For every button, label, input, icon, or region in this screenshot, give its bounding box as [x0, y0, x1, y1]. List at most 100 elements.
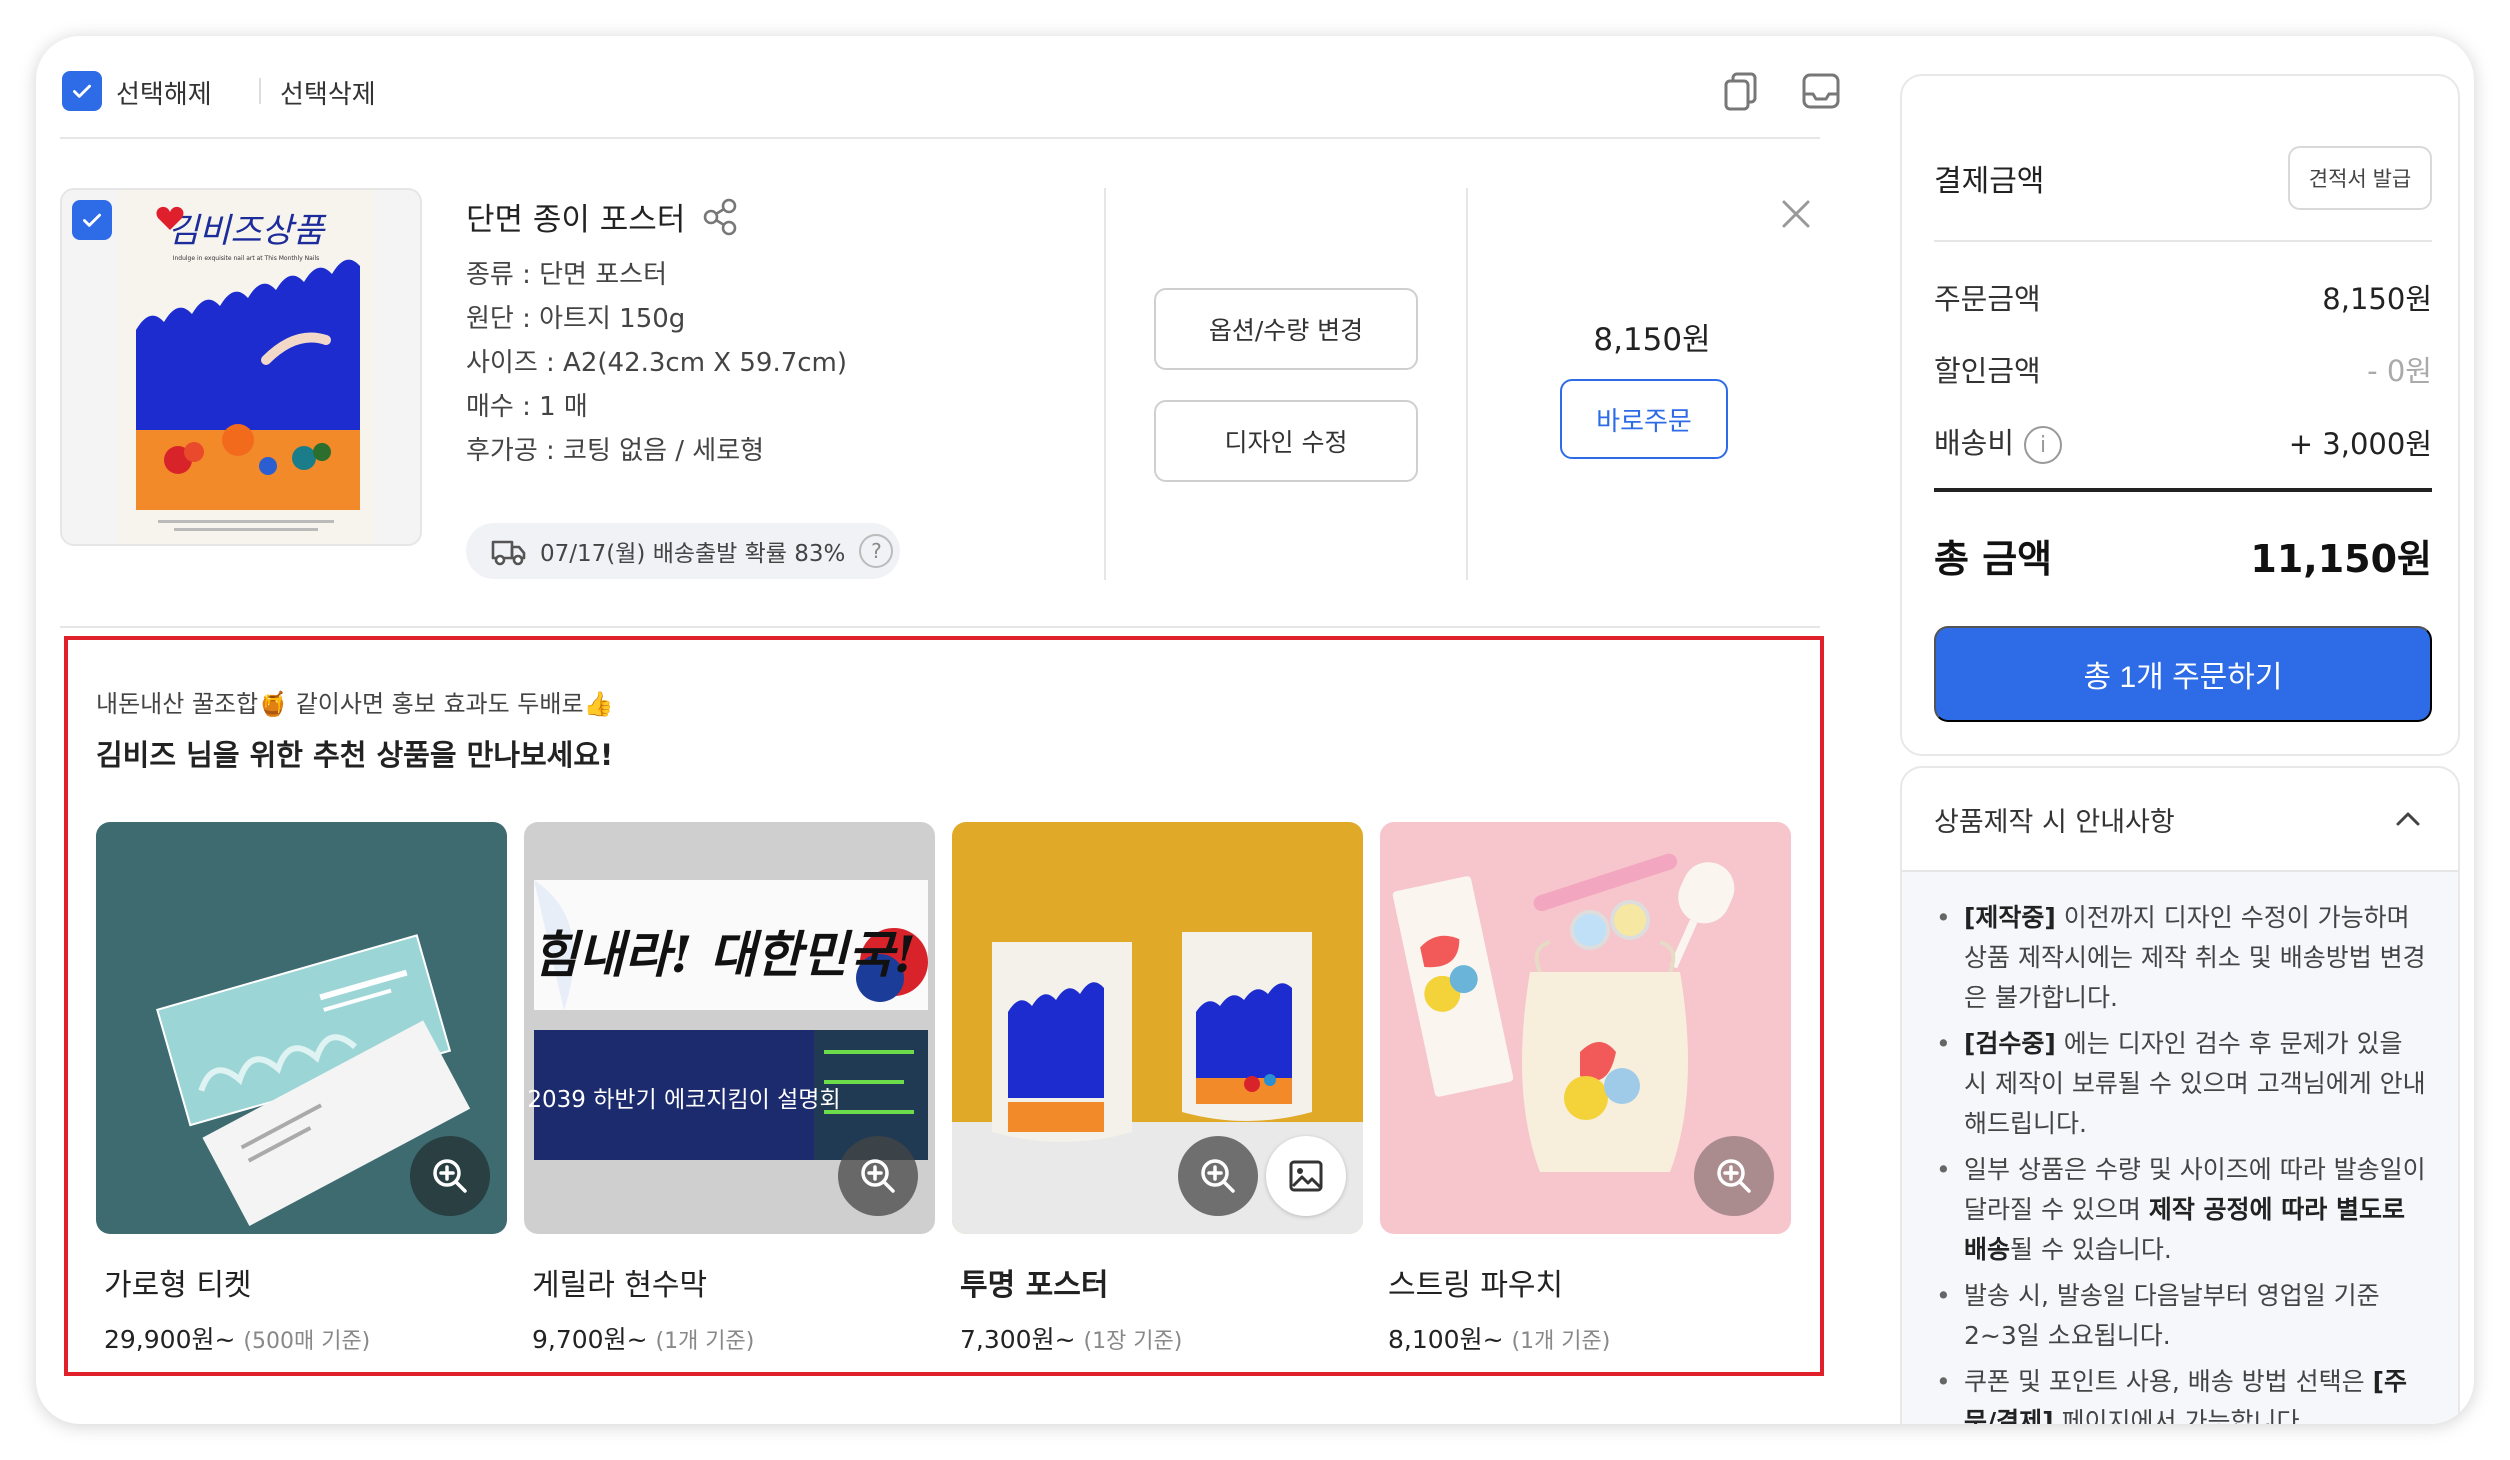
cart-page: 선택해제 선택삭제 김비즈상품 Indulge in exquisite nai… [36, 36, 2474, 1424]
payment-summary: 결제금액 견적서 발급 주문금액 8,150원 할인금액 - 0원 배송비 i +… [1900, 74, 2460, 756]
summary-divider [1934, 240, 2432, 242]
price-basis: (1장 기준) [1083, 1329, 1183, 1354]
guide-item: 일부 상품은 수량 및 사이즈에 따라 발송일이 달라질 수 있으며 제작 공정… [1936, 1150, 2428, 1270]
product-image[interactable] [952, 822, 1363, 1234]
total-label: 총 금액 [1934, 537, 2053, 581]
column-divider [1104, 188, 1106, 580]
row-value: + 3,000원 [2288, 427, 2432, 461]
zoom-button[interactable] [1694, 1136, 1774, 1216]
total-row: 총 금액 11,150원 [1934, 528, 2432, 583]
row-value: 8,150원 [2322, 282, 2432, 316]
edit-design-button[interactable]: 디자인 수정 [1154, 400, 1418, 482]
zoom-in-icon [433, 1159, 467, 1193]
guide-header[interactable]: 상품제작 시 안내사항 [1902, 768, 2458, 872]
product-card-banner[interactable]: 힘내라! 대한민국! 2039 하반기 에코지킴이 설명회 게릴라 현수막 9,… [524, 822, 935, 1356]
guide-strong: [검수중] [1964, 1029, 2056, 1058]
image-view-button[interactable] [1266, 1136, 1346, 1216]
payment-title: 결제금액 [1934, 164, 2045, 199]
spec-material: 원단 : 아트지 150g [466, 304, 686, 334]
product-name[interactable]: 투명 포스터 [952, 1260, 1363, 1304]
item-thumbnail[interactable]: 김비즈상품 Indulge in exquisite nail art at T… [60, 188, 422, 546]
row-label: 할인금액 [1934, 354, 2041, 388]
check-icon [83, 213, 101, 227]
zoom-in-icon [1201, 1159, 1235, 1193]
item-spec-list: 종류 : 단면 포스터 원단 : 아트지 150g 사이즈 : A2(42.3c… [466, 253, 1066, 473]
copy-icon[interactable] [1718, 68, 1764, 114]
order-amount-row: 주문금액 8,150원 [1934, 276, 2432, 318]
cart-toolbar: 선택해제 선택삭제 [62, 62, 1862, 120]
total-value: 11,150원 [2250, 537, 2432, 581]
product-price: 8,100원~ (1개 기준) [1380, 1320, 1791, 1356]
product-card-string-pouch[interactable]: 스트링 파우치 8,100원~ (1개 기준) [1380, 822, 1791, 1356]
buy-now-button[interactable]: 바로주문 [1560, 379, 1728, 459]
product-name[interactable]: 게릴라 현수막 [524, 1260, 935, 1304]
price-basis: (1개 기준) [1511, 1329, 1611, 1354]
help-icon[interactable]: ? [859, 534, 894, 568]
toolbar-divider-line [60, 137, 1820, 139]
item-info: 단면 종이 포스터 종류 : 단면 포스터 원단 : 아트지 150g 사이즈 … [466, 194, 1066, 473]
production-guide: 상품제작 시 안내사항 [제작중] 이전까지 디자인 수정이 가능하며 상품 제… [1900, 766, 2460, 1424]
select-all-checkbox[interactable] [62, 71, 102, 111]
recommendation-subtitle: 내돈내산 꿀조합🍯 같이사면 홍보 효과도 두배로👍 [96, 690, 614, 718]
banner-bottom-text: 2039 하반기 에코지킴이 설명회 [527, 1087, 840, 1113]
guide-strong: [제작중] [1964, 903, 2056, 932]
product-image[interactable] [1380, 822, 1791, 1234]
column-divider [1466, 188, 1468, 580]
product-card-ticket[interactable]: 가로형 티켓 29,900원~ (500매 기준) [96, 822, 507, 1356]
product-name[interactable]: 가로형 티켓 [96, 1260, 507, 1304]
price-value: 9,700원~ [532, 1325, 648, 1354]
price-value: 7,300원~ [960, 1325, 1076, 1354]
recommendation-heading: 김비즈 님을 위한 추천 상품을 만나보세요! [96, 738, 614, 772]
check-icon [73, 84, 91, 98]
section-divider [60, 626, 1820, 628]
item-title: 단면 종이 포스터 [466, 202, 686, 238]
toolbar-divider [259, 78, 261, 104]
poster-image: 김비즈상품 Indulge in exquisite nail art at T… [118, 190, 374, 544]
change-option-button[interactable]: 옵션/수량 변경 [1154, 288, 1418, 370]
product-name[interactable]: 스트링 파우치 [1380, 1260, 1791, 1304]
delete-selected-button[interactable]: 선택삭제 [280, 74, 376, 111]
guide-pre: 발송 시, 발송일 다음날부터 영업일 기준 2~3일 소요됩니다. [1964, 1281, 2380, 1350]
row-label: 배송비 [1934, 426, 2015, 460]
poster-tagline: Indulge in exquisite nail art at This Mo… [173, 255, 320, 262]
guide-pre: 쿠폰 및 포인트 사용, 배송 방법 선택은 [1964, 1367, 2373, 1396]
zoom-in-icon [861, 1159, 895, 1193]
share-icon[interactable] [699, 196, 741, 238]
shipping-estimate-text: 07/17(월) 배송출발 확률 83% [540, 541, 846, 567]
product-image[interactable] [96, 822, 507, 1234]
guide-item: [제작중] 이전까지 디자인 수정이 가능하며 상품 제작시에는 제작 취소 및… [1936, 898, 2428, 1018]
price-basis: (500매 기준) [243, 1329, 371, 1354]
shipping-fee-row: 배송비 i + 3,000원 [1934, 420, 2432, 464]
spec-type: 종류 : 단면 포스터 [466, 260, 667, 290]
total-divider [1934, 488, 2432, 492]
zoom-in-icon [1717, 1159, 1751, 1193]
place-order-button[interactable]: 총 1개 주문하기 [1934, 626, 2432, 722]
close-icon[interactable] [1776, 194, 1816, 234]
guide-list: [제작중] 이전까지 디자인 수정이 가능하며 상품 제작시에는 제작 취소 및… [1936, 898, 2428, 1424]
guide-text: 될 수 있습니다. [2010, 1235, 2172, 1264]
product-price: 29,900원~ (500매 기준) [96, 1320, 507, 1356]
guide-item: 발송 시, 발송일 다음날부터 영업일 기준 2~3일 소요됩니다. [1936, 1276, 2428, 1356]
item-checkbox[interactable] [72, 200, 112, 240]
guide-item: [검수중] 에는 디자인 검수 후 문제가 있을 시 제작이 보류될 수 있으며… [1936, 1024, 2428, 1144]
inbox-icon[interactable] [1798, 68, 1844, 114]
product-image[interactable]: 힘내라! 대한민국! 2039 하반기 에코지킴이 설명회 [524, 822, 935, 1234]
product-card-clear-poster[interactable]: 투명 포스터 7,300원~ (1장 기준) [952, 822, 1363, 1356]
spec-size: 사이즈 : A2(42.3cm X 59.7cm) [466, 348, 848, 378]
truck-icon [491, 540, 526, 566]
deselect-button[interactable]: 선택해제 [116, 74, 212, 111]
spec-quantity: 매수 : 1 매 [466, 392, 588, 422]
price-value: 8,100원~ [1388, 1325, 1504, 1354]
zoom-button[interactable] [1178, 1136, 1258, 1216]
info-icon[interactable]: i [2024, 426, 2063, 464]
product-price: 7,300원~ (1장 기준) [952, 1320, 1363, 1356]
shipping-estimate: 07/17(월) 배송출발 확률 83% ? [466, 523, 900, 579]
issue-quote-button[interactable]: 견적서 발급 [2288, 146, 2432, 210]
guide-text: 페이지에서 가능합니다. [2053, 1407, 2308, 1424]
recommendation-section: 내돈내산 꿀조합🍯 같이사면 홍보 효과도 두배로👍 김비즈 님을 위한 추천 … [64, 636, 1824, 1376]
zoom-button[interactable] [410, 1136, 490, 1216]
poster-brand-text: 김비즈상품 [168, 211, 327, 251]
chevron-up-icon[interactable] [2390, 801, 2426, 837]
zoom-button[interactable] [838, 1136, 918, 1216]
product-price: 9,700원~ (1개 기준) [524, 1320, 935, 1356]
